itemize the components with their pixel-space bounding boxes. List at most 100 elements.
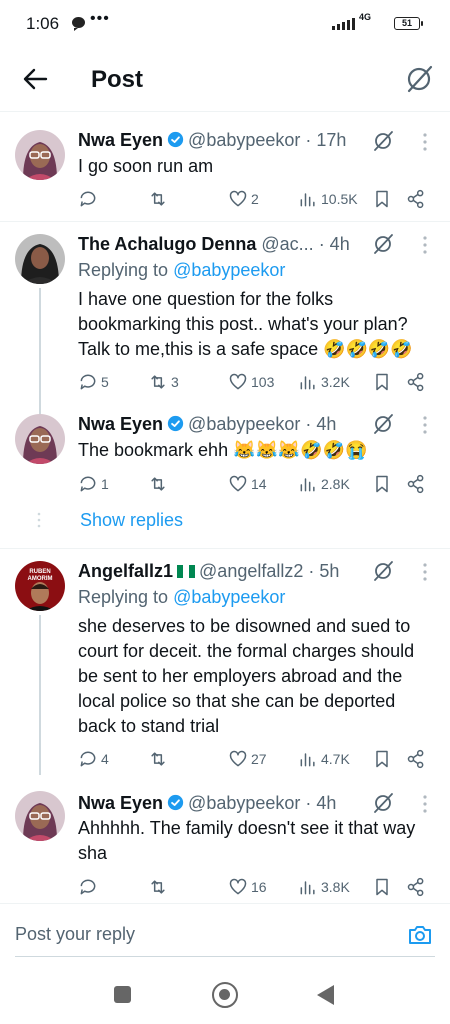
repost-button[interactable] xyxy=(148,875,171,899)
reply-button[interactable]: 4 xyxy=(78,747,109,771)
grok-icon[interactable] xyxy=(372,413,394,435)
avatar[interactable] xyxy=(15,234,65,284)
avatar[interactable] xyxy=(15,414,65,464)
bookmark-button[interactable] xyxy=(372,472,392,496)
share-button[interactable] xyxy=(406,187,426,211)
avatar-image xyxy=(15,130,65,180)
bookmark-button[interactable] xyxy=(372,747,392,771)
bookmark-icon xyxy=(376,475,388,493)
handle[interactable]: @babypeekor xyxy=(188,793,300,813)
display-name[interactable]: Nwa Eyen xyxy=(78,793,163,813)
like-button[interactable]: 103 xyxy=(228,370,274,394)
views-icon xyxy=(300,478,315,492)
repost-button[interactable] xyxy=(148,187,171,211)
home-icon[interactable] xyxy=(212,982,238,1008)
bookmark-icon xyxy=(376,750,388,768)
reply-button[interactable] xyxy=(78,187,101,211)
views-icon xyxy=(300,376,315,390)
handle[interactable]: @babypeekor xyxy=(188,130,300,150)
tweet-2[interactable]: Nwa Eyen @babypeekor · 4h The bookmark eh… xyxy=(0,402,450,502)
grok-icon xyxy=(407,65,433,93)
grok-icon[interactable] xyxy=(372,233,394,255)
avatar-image xyxy=(15,234,65,284)
more-options-icon[interactable] xyxy=(418,793,432,815)
grok-button[interactable] xyxy=(404,64,434,94)
camera-button[interactable] xyxy=(407,922,433,948)
handle[interactable]: @ac... xyxy=(261,234,313,254)
reply-icon xyxy=(80,374,96,390)
grok-icon[interactable] xyxy=(372,560,394,582)
bookmark-icon xyxy=(376,373,388,391)
tweet-4[interactable]: Nwa Eyen @babypeekor · 4h Ahhhhh. The fam… xyxy=(0,779,450,901)
replying-to: Replying to @babypeekor xyxy=(78,585,285,609)
more-options-icon[interactable] xyxy=(418,561,432,583)
tweet-0[interactable]: Nwa Eyen @babypeekor · 17h I go soon run … xyxy=(0,113,450,221)
tweet-1[interactable]: The Achalugo Denna @ac... · 4h Replying … xyxy=(0,222,450,416)
recent-apps-icon[interactable] xyxy=(114,986,131,1003)
avatar[interactable] xyxy=(15,791,65,841)
grok-icon[interactable] xyxy=(372,130,394,152)
handle[interactable]: @angelfallz2 xyxy=(199,561,303,581)
views-icon xyxy=(300,193,315,207)
views-button[interactable]: 3.2K xyxy=(298,370,350,394)
share-button[interactable] xyxy=(406,747,426,771)
views-button[interactable]: 2.8K xyxy=(298,472,350,496)
tweet-3[interactable]: RUBEN AMORIM Angelfallz1 @angelfallz2 · 5… xyxy=(0,549,450,779)
repost-button[interactable] xyxy=(148,472,171,496)
timestamp[interactable]: · 4h xyxy=(319,234,350,254)
views-count: 4.7K xyxy=(321,751,350,767)
share-button[interactable] xyxy=(406,370,426,394)
bookmark-button[interactable] xyxy=(372,875,392,899)
more-options-icon[interactable] xyxy=(418,131,432,153)
camera-icon xyxy=(409,926,431,944)
more-options-icon[interactable] xyxy=(418,414,432,436)
grok-icon[interactable] xyxy=(372,792,394,814)
more-options-icon[interactable] xyxy=(418,234,432,256)
bookmark-icon xyxy=(376,878,388,896)
handle[interactable]: @babypeekor xyxy=(188,414,300,434)
views-button[interactable]: 4.7K xyxy=(298,747,350,771)
views-count: 3.2K xyxy=(321,374,350,390)
show-replies-link[interactable]: Show replies xyxy=(80,510,183,531)
replying-to-handle[interactable]: @babypeekor xyxy=(173,260,285,280)
avatar-caption-bottom: AMORIM xyxy=(27,576,53,582)
views-button[interactable]: 3.8K xyxy=(298,875,350,899)
like-count: 2 xyxy=(251,191,259,207)
repost-button[interactable] xyxy=(148,747,171,771)
display-name[interactable]: Nwa Eyen xyxy=(78,414,163,434)
like-button[interactable]: 27 xyxy=(228,747,267,771)
back-button[interactable] xyxy=(18,62,52,96)
like-button[interactable]: 14 xyxy=(228,472,267,496)
bookmark-icon xyxy=(376,190,388,208)
avatar-caption-top: RUBEN xyxy=(29,569,51,575)
bookmark-button[interactable] xyxy=(372,370,392,394)
like-button[interactable]: 16 xyxy=(228,875,267,899)
timestamp[interactable]: · 17h xyxy=(305,130,346,150)
display-name[interactable]: The Achalugo Denna xyxy=(78,234,256,254)
back-triangle-icon[interactable] xyxy=(317,985,334,1005)
reply-input[interactable]: Post your reply xyxy=(15,924,135,945)
reply-button[interactable] xyxy=(78,875,101,899)
tweet-actions: 16 3.8K xyxy=(78,875,438,899)
timestamp[interactable]: · 4h xyxy=(305,793,336,813)
share-icon xyxy=(407,372,424,392)
repost-count: 3 xyxy=(171,374,179,390)
avatar[interactable] xyxy=(15,130,65,180)
bookmark-button[interactable] xyxy=(372,187,392,211)
views-button[interactable]: 10.5K xyxy=(298,187,358,211)
share-button[interactable] xyxy=(406,472,426,496)
share-button[interactable] xyxy=(406,875,426,899)
timestamp[interactable]: · 5h xyxy=(308,561,339,581)
display-name[interactable]: Nwa Eyen xyxy=(78,130,163,150)
timestamp[interactable]: · 4h xyxy=(305,414,336,434)
reply-button[interactable]: 5 xyxy=(78,370,109,394)
display-name[interactable]: Angelfallz1 xyxy=(78,561,173,581)
reply-button[interactable]: 1 xyxy=(78,472,109,496)
replying-to-handle[interactable]: @babypeekor xyxy=(173,587,285,607)
tweet-text: Ahhhhh. The family doesn't see it that w… xyxy=(78,818,416,863)
like-button[interactable]: 2 xyxy=(228,187,259,211)
repost-button[interactable]: 3 xyxy=(148,370,179,394)
avatar[interactable]: RUBEN AMORIM xyxy=(15,561,65,611)
arrow-left-icon xyxy=(23,68,48,90)
share-icon xyxy=(407,474,424,494)
